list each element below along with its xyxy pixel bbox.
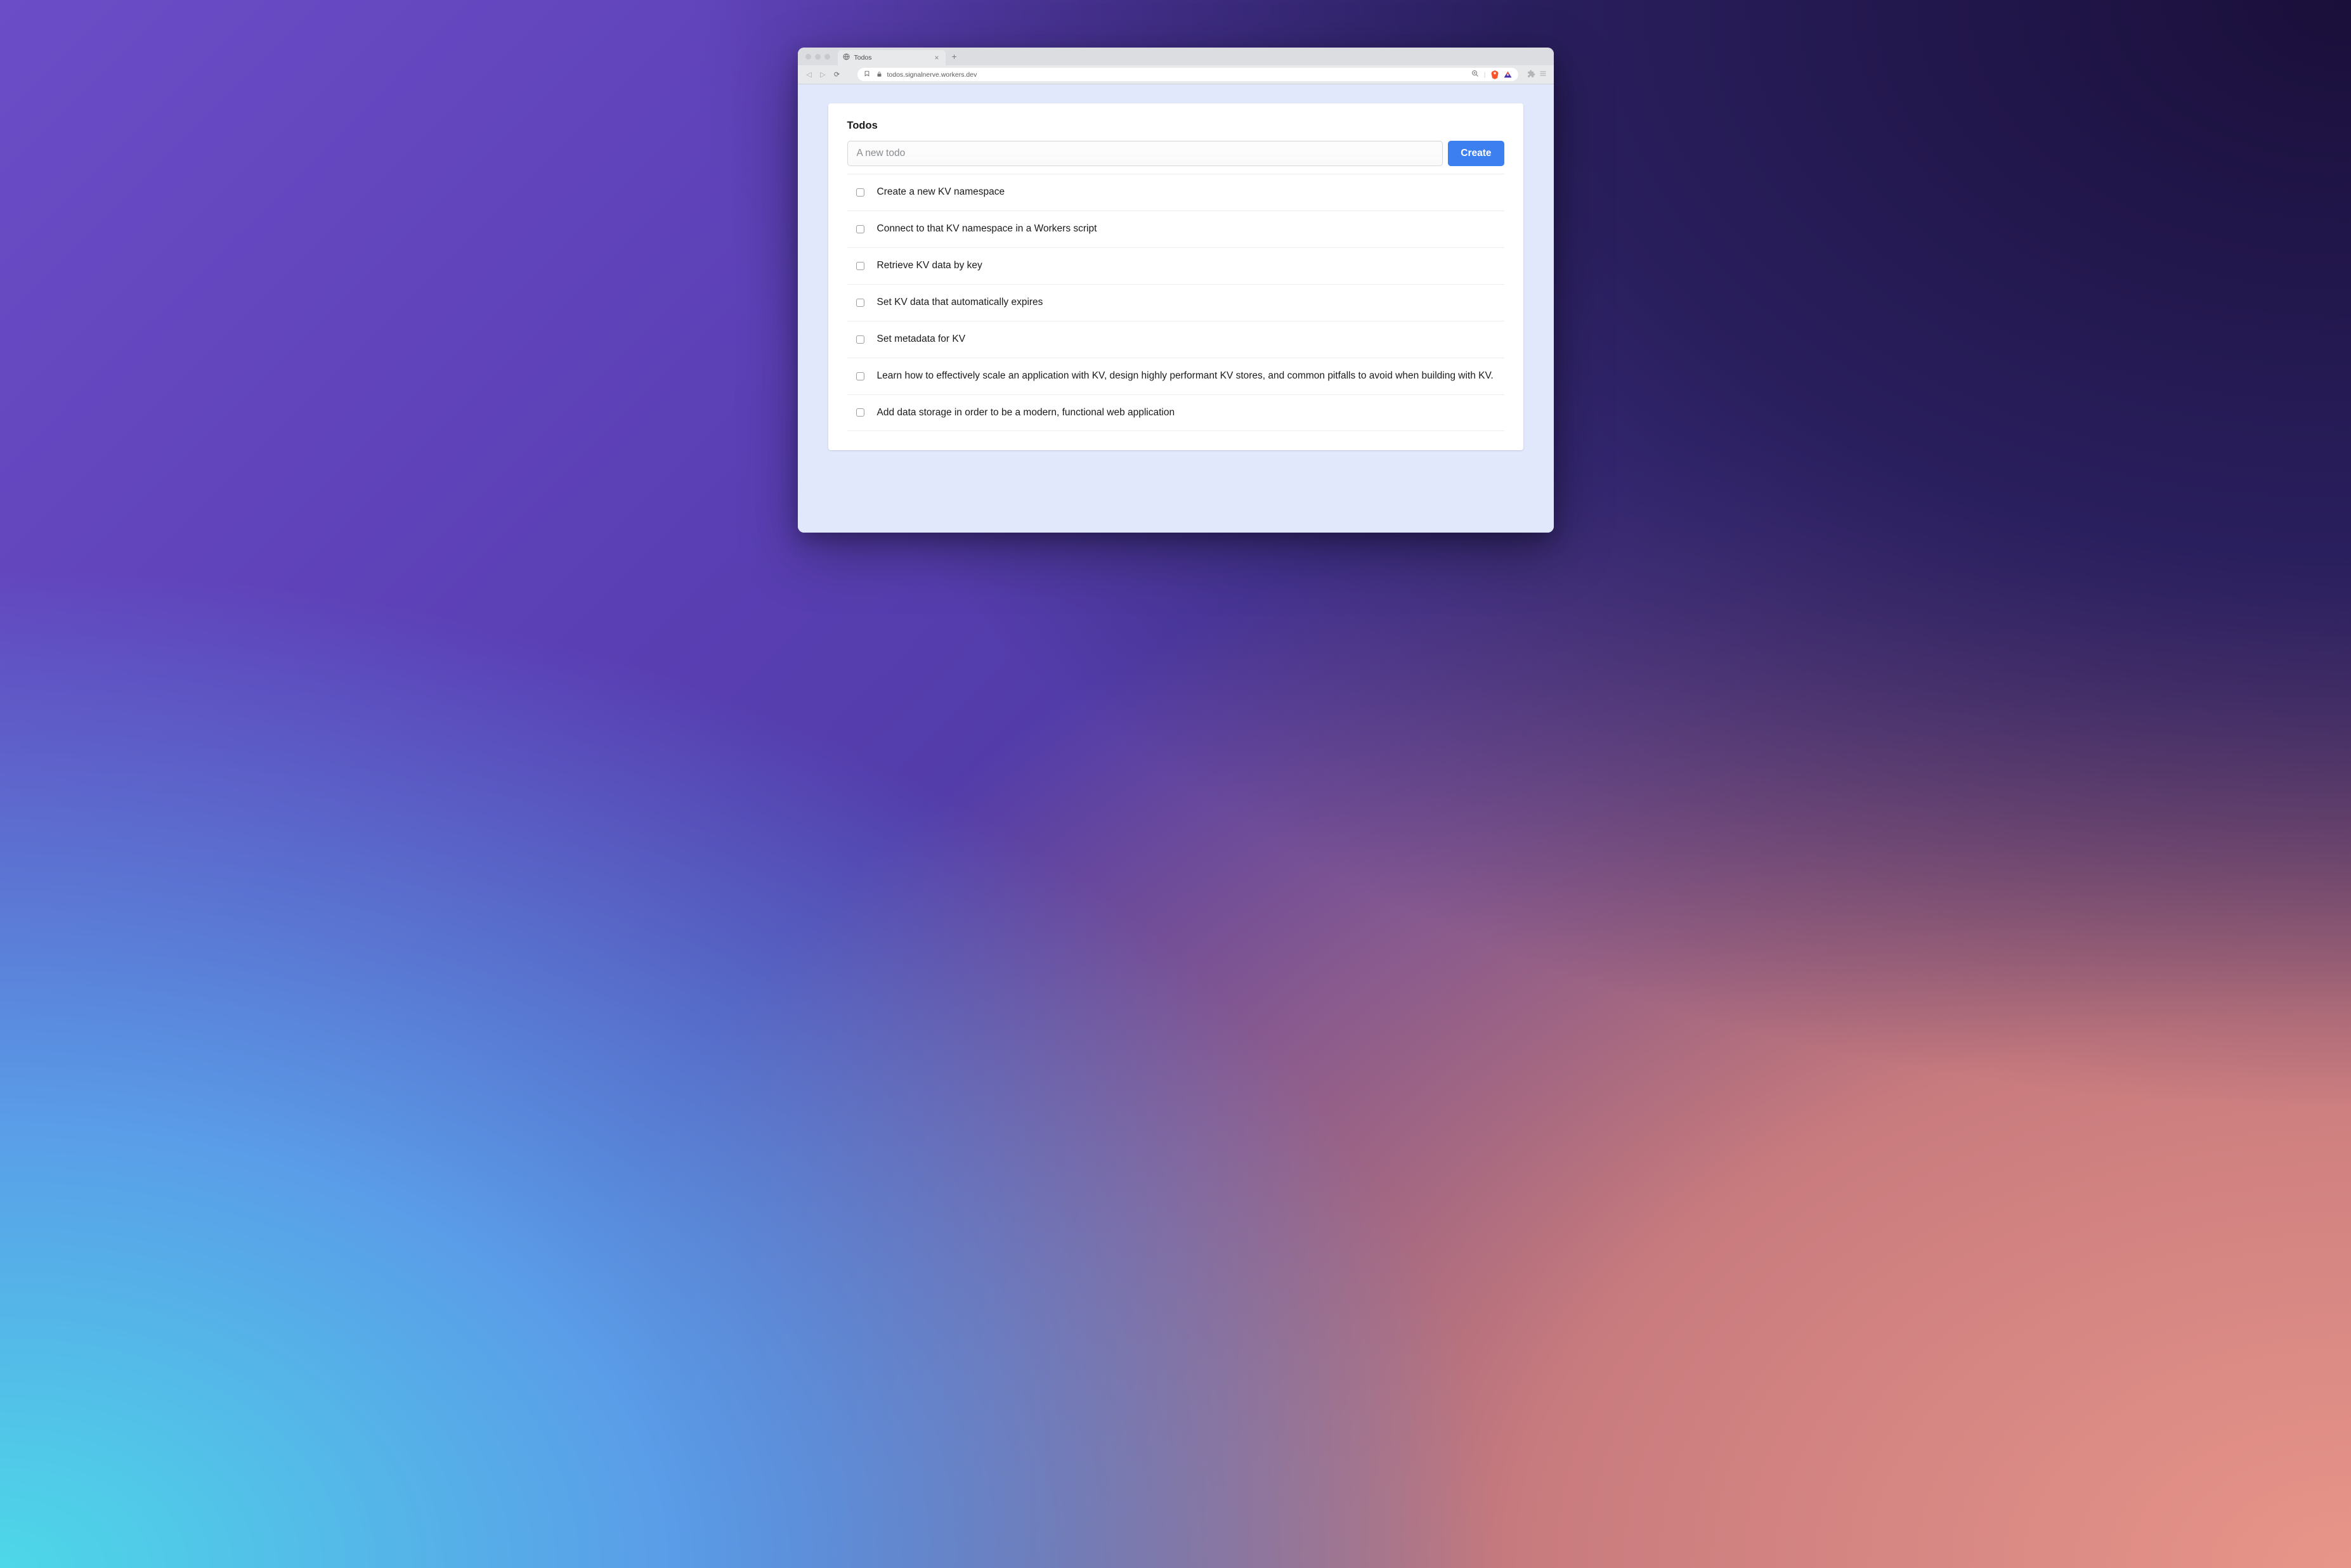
todo-item: Learn how to effectively scale an applic… [847, 358, 1504, 395]
forward-button[interactable]: ▷ [818, 70, 828, 79]
new-todo-row: Create [847, 141, 1504, 166]
browser-tab[interactable]: Todos × [838, 50, 946, 65]
todo-checkbox[interactable] [856, 262, 864, 270]
todo-list: Create a new KV namespace Connect to that… [847, 174, 1504, 431]
todo-text: Learn how to effectively scale an applic… [877, 370, 1494, 383]
todo-text: Retrieve KV data by key [877, 259, 982, 273]
todo-checkbox[interactable] [856, 372, 864, 380]
page-viewport: Todos Create Create a new KV namespace Co… [798, 84, 1554, 533]
todo-text: Set KV data that automatically expires [877, 296, 1043, 309]
tab-title: Todos [854, 54, 930, 62]
toolbar: ◁ ▷ ⟳ todos.signalnerve.workers.dev | [798, 65, 1554, 84]
todo-item: Retrieve KV data by key [847, 248, 1504, 285]
maximize-window-button[interactable] [824, 54, 830, 60]
todo-checkbox[interactable] [856, 225, 864, 233]
browser-window: Todos × + ◁ ▷ ⟳ todos.signalnerve.worker… [798, 48, 1554, 533]
todo-text: Add data storage in order to be a modern… [877, 406, 1175, 420]
todo-checkbox[interactable] [856, 335, 864, 344]
tab-bar: Todos × + [798, 48, 1554, 65]
new-todo-input[interactable] [847, 141, 1443, 166]
todo-item: Add data storage in order to be a modern… [847, 395, 1504, 432]
todo-text: Connect to that KV namespace in a Worker… [877, 223, 1097, 236]
toolbar-divider: | [1484, 71, 1486, 79]
address-bar[interactable]: todos.signalnerve.workers.dev | [857, 68, 1518, 81]
todos-card: Todos Create Create a new KV namespace Co… [828, 103, 1523, 450]
close-tab-icon[interactable]: × [934, 54, 939, 62]
bat-icon[interactable] [1504, 71, 1512, 78]
menu-icon[interactable] [1539, 70, 1547, 79]
traffic-lights [798, 54, 838, 60]
brave-shield-icon[interactable] [1491, 70, 1499, 79]
new-tab-button[interactable]: + [946, 51, 963, 62]
todo-checkbox[interactable] [856, 299, 864, 307]
url-text: todos.signalnerve.workers.dev [887, 71, 977, 79]
todo-item: Create a new KV namespace [847, 174, 1504, 211]
create-button[interactable]: Create [1448, 141, 1504, 166]
todo-text: Set metadata for KV [877, 333, 966, 346]
todo-checkbox[interactable] [856, 188, 864, 197]
globe-icon [843, 53, 850, 62]
close-window-button[interactable] [805, 54, 811, 60]
reload-button[interactable]: ⟳ [832, 70, 842, 79]
bookmark-icon[interactable] [864, 70, 870, 79]
todo-item: Set KV data that automatically expires [847, 285, 1504, 321]
extensions-icon[interactable] [1527, 70, 1535, 80]
todo-checkbox[interactable] [856, 408, 864, 417]
back-button[interactable]: ◁ [804, 70, 814, 79]
page-title: Todos [847, 120, 1504, 132]
todo-text: Create a new KV namespace [877, 186, 1005, 199]
todo-item: Set metadata for KV [847, 321, 1504, 358]
todo-item: Connect to that KV namespace in a Worker… [847, 211, 1504, 248]
zoom-icon[interactable] [1471, 70, 1479, 79]
minimize-window-button[interactable] [815, 54, 821, 60]
lock-icon [876, 71, 882, 79]
